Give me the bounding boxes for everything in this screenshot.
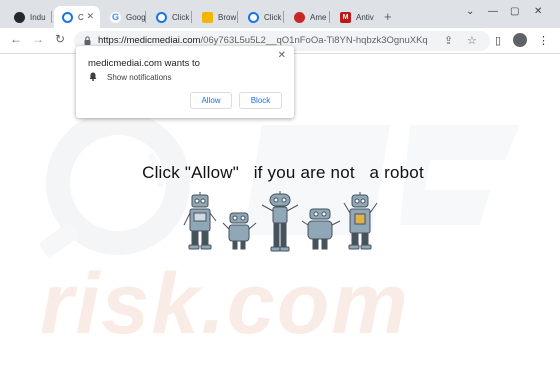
maximize-button[interactable]: ▢	[510, 6, 519, 17]
github-icon	[14, 11, 25, 23]
tab-label: Goog	[126, 12, 146, 22]
folder-icon	[202, 11, 213, 23]
robots-illustration	[183, 191, 378, 252]
tab-4[interactable]: Click	[148, 6, 192, 28]
page-headline: Click "Allow" if you are not a robot	[142, 163, 424, 182]
url-text: https://medicmediai.com/06y763L5u5L2__qO…	[98, 35, 428, 46]
loading-icon	[156, 11, 167, 23]
shield-icon	[294, 11, 305, 23]
url-path: /06y763L5u5L2__qO1nFoOa-Ti8YN-hqbzk3Ognu…	[200, 35, 428, 46]
menu-icon[interactable]: ⋮	[538, 34, 549, 47]
profile-avatar[interactable]	[513, 33, 527, 47]
robot-2	[222, 212, 257, 250]
tab-1[interactable]: Indu	[6, 6, 52, 28]
robot-4	[301, 208, 341, 250]
block-button[interactable]: Block	[239, 92, 282, 109]
mcafee-icon: M	[340, 11, 351, 23]
prompt-title: medicmediai.com wants to	[88, 58, 200, 69]
url-host: https://medicmediai.com	[98, 35, 201, 46]
tab-active[interactable]: C ✕	[54, 6, 100, 28]
robot-3	[261, 191, 299, 252]
bell-icon	[89, 72, 97, 81]
tab-label: C	[78, 12, 84, 22]
robot-5	[343, 192, 378, 250]
robot-1	[183, 192, 217, 250]
minimize-button[interactable]: —	[488, 6, 498, 17]
watermark-text: risk.com	[40, 256, 410, 352]
tab-label: Antiv	[356, 12, 374, 22]
notification-permission-prompt: medicmediai.com wants to ✕ Show notifica…	[76, 46, 294, 118]
tab-6[interactable]: Click	[240, 6, 284, 28]
tab-5[interactable]: Brow	[194, 6, 238, 28]
side-panel-icon[interactable]: ▯	[495, 34, 501, 47]
loading-icon	[62, 11, 73, 23]
tab-8[interactable]: M Antiv	[332, 6, 378, 28]
tab-label: Click	[172, 12, 190, 22]
tab-3[interactable]: G Goog	[102, 6, 146, 28]
tab-label: Ame	[310, 12, 327, 22]
loading-icon	[248, 11, 259, 23]
tab-7[interactable]: Ame	[286, 6, 330, 28]
google-icon: G	[110, 11, 121, 23]
lock-icon	[84, 36, 91, 45]
tab-close-icon[interactable]: ✕	[86, 11, 94, 22]
permission-item-label: Show notifications	[107, 73, 172, 82]
close-icon[interactable]: ✕	[278, 50, 286, 61]
tab-strip: Indu C ✕ G Goog Click Brow Click Ame M A…	[0, 0, 560, 30]
close-window-button[interactable]: ✕	[534, 6, 542, 17]
tab-label: Click	[264, 12, 282, 22]
tab-search-icon[interactable]: ⌄	[466, 6, 474, 17]
bookmark-star-icon[interactable]: ☆	[467, 34, 477, 47]
new-tab-button[interactable]: +	[384, 9, 392, 24]
tab-label: Brow	[218, 12, 237, 22]
tab-label: Indu	[30, 12, 46, 22]
share-icon[interactable]: ⇪	[444, 34, 453, 47]
reload-button[interactable]: ↻	[55, 32, 65, 46]
back-button[interactable]: ←	[10, 32, 22, 46]
allow-button[interactable]: Allow	[190, 92, 232, 109]
forward-button[interactable]: →	[32, 32, 44, 46]
